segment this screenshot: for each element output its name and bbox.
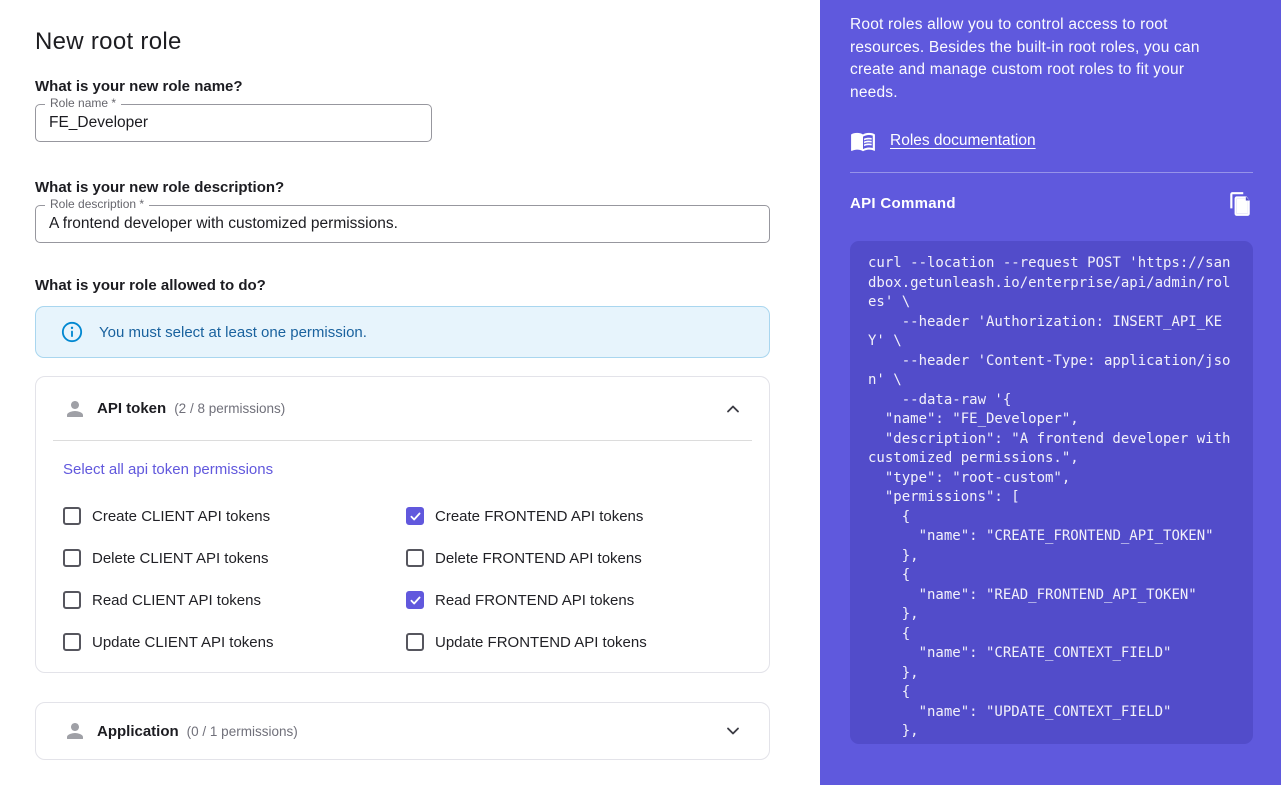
page-title: New root role (35, 28, 770, 56)
permission-item[interactable]: Delete FRONTEND API tokens (406, 549, 743, 567)
info-icon (61, 321, 83, 343)
checkbox[interactable] (63, 591, 81, 609)
permission-label: Create FRONTEND API tokens (435, 508, 643, 525)
api-command-code-block[interactable]: curl --location --request POST 'https://… (850, 241, 1253, 744)
group-title: API token (97, 400, 166, 417)
checkbox[interactable] (406, 549, 424, 567)
permission-label: Read CLIENT API tokens (92, 592, 261, 609)
checkbox[interactable] (406, 633, 424, 651)
sidebar-divider (850, 172, 1253, 173)
permission-item[interactable]: Create FRONTEND API tokens (406, 507, 743, 525)
permission-label: Delete CLIENT API tokens (92, 550, 268, 567)
alert-text: You must select at least one permission. (99, 324, 367, 341)
api-command-title: API Command (850, 195, 956, 212)
role-description-question: What is your new role description? (35, 179, 770, 196)
permission-label: Update FRONTEND API tokens (435, 634, 647, 651)
permission-item[interactable]: Read FRONTEND API tokens (406, 591, 743, 609)
copy-icon (1227, 191, 1253, 217)
application-group-header[interactable]: Application (0 / 1 permissions) (36, 703, 769, 759)
docs-link-row: Roles documentation (850, 128, 1253, 154)
roles-documentation-link[interactable]: Roles documentation (890, 132, 1036, 150)
checkbox[interactable] (63, 507, 81, 525)
group-count: (2 / 8 permissions) (174, 401, 285, 416)
api-command-text: curl --location --request POST 'https://… (868, 254, 1231, 742)
chevron-up-icon[interactable] (723, 399, 743, 419)
check-icon (409, 510, 422, 523)
person-icon (63, 397, 87, 421)
checkbox[interactable] (63, 549, 81, 567)
copy-button[interactable] (1227, 191, 1253, 217)
check-icon (409, 594, 422, 607)
sidebar-panel: Root roles allow you to control access t… (820, 0, 1281, 785)
checkbox[interactable] (406, 591, 424, 609)
permission-item[interactable]: Delete CLIENT API tokens (63, 549, 406, 567)
sidebar-description: Root roles allow you to control access t… (850, 14, 1230, 104)
role-description-label: Role description * (45, 198, 149, 211)
new-root-role-form: New root role What is your new role name… (35, 0, 770, 760)
chevron-down-icon[interactable] (723, 721, 743, 741)
role-description-field-wrapper: Role description * (35, 205, 770, 243)
permission-grid: Create CLIENT API tokens Delete CLIENT A… (63, 495, 743, 663)
role-permissions-question: What is your role allowed to do? (35, 277, 770, 294)
api-command-header: API Command (850, 190, 1253, 217)
role-name-question: What is your new role name? (35, 78, 770, 95)
checkbox[interactable] (406, 507, 424, 525)
permission-item[interactable]: Update FRONTEND API tokens (406, 633, 743, 651)
role-name-field-wrapper: Role name * (35, 104, 432, 142)
person-icon (63, 719, 87, 743)
permission-item[interactable]: Update CLIENT API tokens (63, 633, 406, 651)
permission-group-api-token: API token (2 / 8 permissions) Select all… (35, 376, 770, 673)
permission-group-application: Application (0 / 1 permissions) (35, 702, 770, 760)
permission-label: Read FRONTEND API tokens (435, 592, 634, 609)
permissions-info-alert: You must select at least one permission. (35, 306, 770, 358)
permission-item[interactable]: Read CLIENT API tokens (63, 591, 406, 609)
group-count: (0 / 1 permissions) (187, 724, 298, 739)
group-title: Application (97, 723, 179, 740)
api-token-group-body: Select all api token permissions Create … (36, 441, 769, 672)
menu-book-icon (850, 128, 876, 154)
permission-label: Delete FRONTEND API tokens (435, 550, 642, 567)
permission-item[interactable]: Create CLIENT API tokens (63, 507, 406, 525)
api-token-group-header[interactable]: API token (2 / 8 permissions) (36, 377, 769, 440)
select-all-api-token-link[interactable]: Select all api token permissions (63, 461, 273, 478)
permission-label: Update CLIENT API tokens (92, 634, 274, 651)
role-name-label: Role name * (45, 97, 121, 110)
checkbox[interactable] (63, 633, 81, 651)
permission-label: Create CLIENT API tokens (92, 508, 270, 525)
